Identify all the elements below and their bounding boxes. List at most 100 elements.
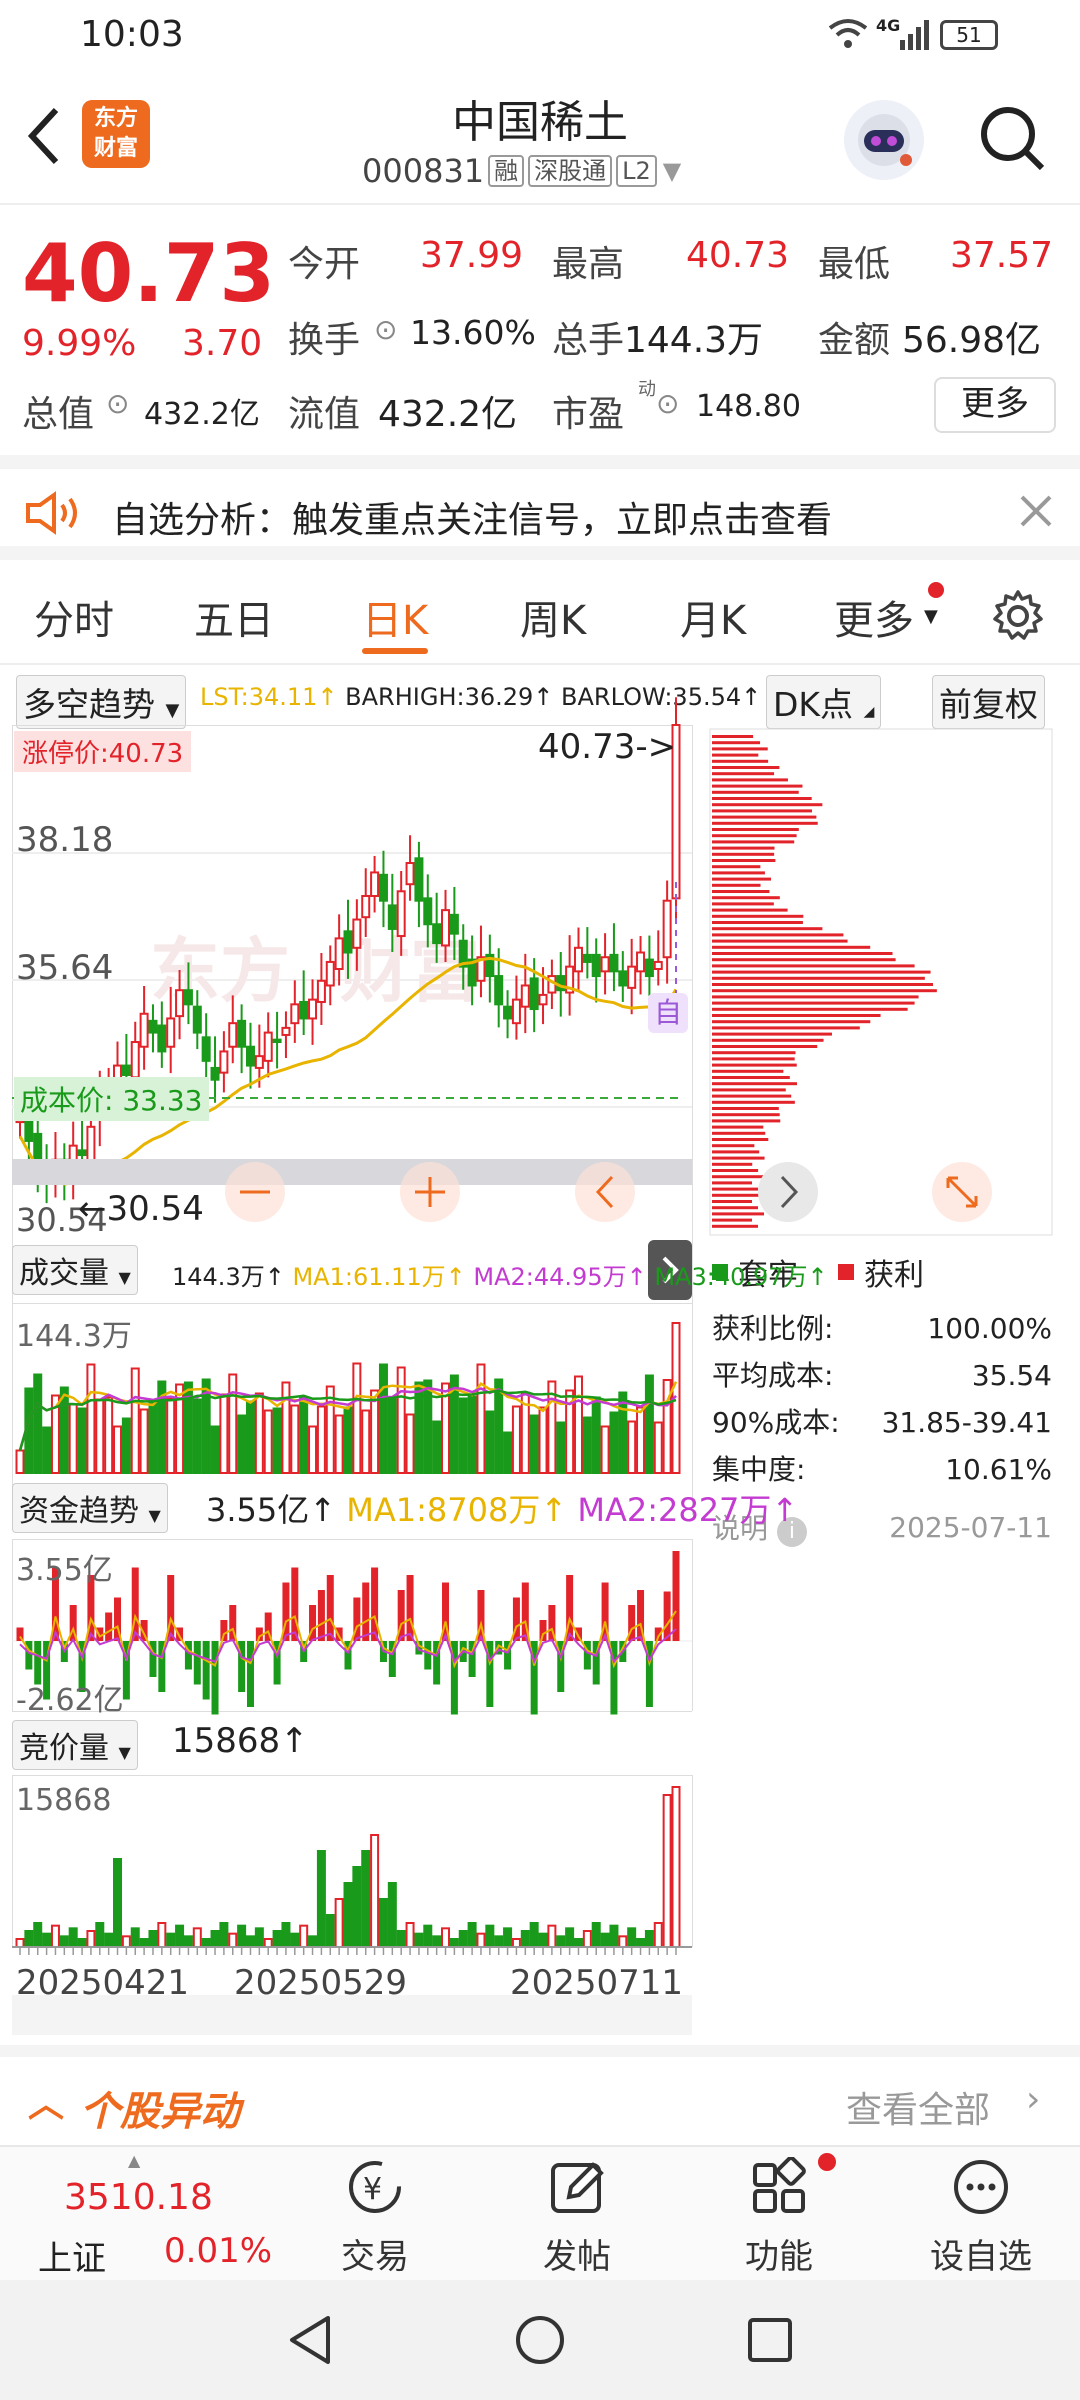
close-icon[interactable]: [1018, 493, 1054, 529]
fund-bar: [105, 1612, 113, 1641]
candle-body: [121, 1064, 131, 1076]
pe-value: 148.80: [696, 389, 801, 424]
tab-weekly-k[interactable]: 周K: [520, 588, 586, 646]
candle-body: [538, 993, 548, 1006]
candle-body: [77, 1149, 87, 1157]
candle-body: [405, 862, 415, 886]
auction-bar: [308, 1935, 318, 1949]
status-bar: 10:03 4G 51: [0, 0, 1080, 70]
nav-add-watchlist[interactable]: 设自选: [906, 2147, 1056, 2282]
tag-margin: 融: [488, 155, 525, 187]
chip-bar: [712, 958, 896, 962]
candle-body: [290, 1003, 300, 1025]
index-change[interactable]: 0.01%: [164, 2231, 272, 2271]
auction-bar: [290, 1932, 300, 1948]
chip-bar: [712, 976, 925, 980]
back-icon[interactable]: [22, 106, 66, 166]
candle-body: [237, 1019, 247, 1048]
fund-bar: [291, 1567, 299, 1641]
auction-bar: [24, 1930, 34, 1948]
volume-bar: [95, 1398, 105, 1474]
candle-body: [494, 975, 504, 1006]
chip-bar: [712, 1045, 818, 1048]
auction-bar: [237, 1924, 247, 1948]
auction-bar: [219, 1922, 229, 1948]
more-circle-icon: [954, 2160, 1008, 2214]
system-recents-icon[interactable]: [740, 2310, 800, 2370]
auction-bar: [441, 1927, 451, 1949]
volume-bar: [370, 1389, 380, 1474]
auction-bar: [609, 1924, 619, 1948]
chip-bar: [712, 1131, 766, 1135]
tab-five-day[interactable]: 五日: [194, 588, 274, 646]
auction-indicator-select[interactable]: 竞价量 ▼: [12, 1720, 138, 1770]
volume-indicator-select[interactable]: 成交量 ▼: [12, 1245, 138, 1295]
chip-stat-label: 90%成本:: [712, 1406, 840, 1439]
fund-bar: [424, 1641, 432, 1670]
candle-body: [370, 871, 380, 897]
date-label-mid: 20250529: [234, 1963, 408, 2003]
info-dots-icon[interactable]: ⊙: [656, 387, 679, 420]
candle-body: [86, 1125, 96, 1164]
index-value[interactable]: 3510.18: [64, 2177, 213, 2218]
caret-down-icon[interactable]: ▼: [663, 157, 681, 185]
auction-bar: [352, 1866, 362, 1948]
nav-trade[interactable]: ¥ 交易: [300, 2147, 450, 2282]
volume-bar: [192, 1398, 202, 1474]
info-dots-icon[interactable]: ⊙: [106, 387, 129, 420]
volume-bar: [343, 1406, 353, 1474]
index-name[interactable]: 上证: [38, 2231, 106, 2280]
chevron-up-icon: ︿: [28, 2084, 65, 2125]
battery-level: 51: [956, 23, 982, 47]
info-dots-icon[interactable]: ⊙: [374, 313, 397, 346]
stock-name: 中国稀土: [452, 97, 628, 148]
volume-bar: [113, 1425, 123, 1474]
chip-bar: [712, 1187, 759, 1191]
turnover-label: 换手: [288, 320, 361, 361]
fund-bar: [406, 1575, 414, 1641]
notice-bar[interactable]: 自选分析：触发重点关注信号，立即点击查看: [0, 455, 1080, 560]
nav-post[interactable]: 发帖: [502, 2147, 652, 2282]
auction-bar: [50, 1924, 60, 1948]
tab-intraday[interactable]: 分时: [34, 588, 114, 646]
chip-bar: [712, 859, 776, 862]
auction-bar: [618, 1935, 628, 1949]
network-label: 4G: [876, 16, 901, 35]
auction-bar: [272, 1930, 282, 1948]
settings-gear-icon[interactable]: [990, 588, 1046, 644]
auction-bar: [573, 1938, 583, 1948]
system-home-icon[interactable]: [510, 2310, 570, 2370]
stock-movement-section[interactable]: ︿ 个股异动 查看全部 ›: [0, 2045, 1080, 2145]
float-widget[interactable]: 自: [648, 993, 688, 1033]
system-back-icon[interactable]: [280, 2310, 340, 2370]
view-all-link[interactable]: 查看全部: [846, 2081, 990, 2133]
wifi-icon: [828, 18, 868, 50]
chip-stat-value: 35.54: [971, 1359, 1052, 1392]
chip-bar: [712, 1150, 760, 1154]
auction-bar: [671, 1786, 681, 1948]
kline-frame-top: [12, 725, 692, 726]
search-icon[interactable]: [976, 102, 1048, 174]
bottom-nav: ▲ 3510.18 上证 0.01% ¥ 交易 发帖 功能 设自选: [0, 2145, 1080, 2280]
tab-more[interactable]: 更多: [834, 588, 914, 646]
candle-body: [245, 1045, 255, 1067]
amount-value: 56.98亿: [902, 320, 1042, 361]
auction-bar: [228, 1932, 238, 1948]
chip-bar: [712, 1125, 764, 1129]
chip-bar: [712, 1193, 765, 1197]
candle-body: [281, 1026, 291, 1036]
open-value: 37.99: [420, 235, 524, 276]
chip-bar: [712, 753, 759, 757]
volume-bar: [104, 1396, 114, 1474]
tab-monthly-k[interactable]: 月K: [680, 588, 746, 646]
tab-daily-k[interactable]: 日K: [362, 588, 428, 646]
fund-indicator-select[interactable]: 资金趋势 ▼: [12, 1483, 168, 1533]
more-quote-button[interactable]: 更多: [934, 377, 1056, 433]
auction-bar: [68, 1927, 78, 1949]
limit-up-label: 涨停价:40.73: [14, 731, 192, 772]
robot-assistant-icon[interactable]: [844, 100, 924, 180]
date-ticks: [19, 1947, 677, 1955]
open-label: 今开: [288, 244, 361, 285]
candle-body: [618, 970, 628, 987]
nav-functions[interactable]: 功能: [704, 2147, 854, 2282]
